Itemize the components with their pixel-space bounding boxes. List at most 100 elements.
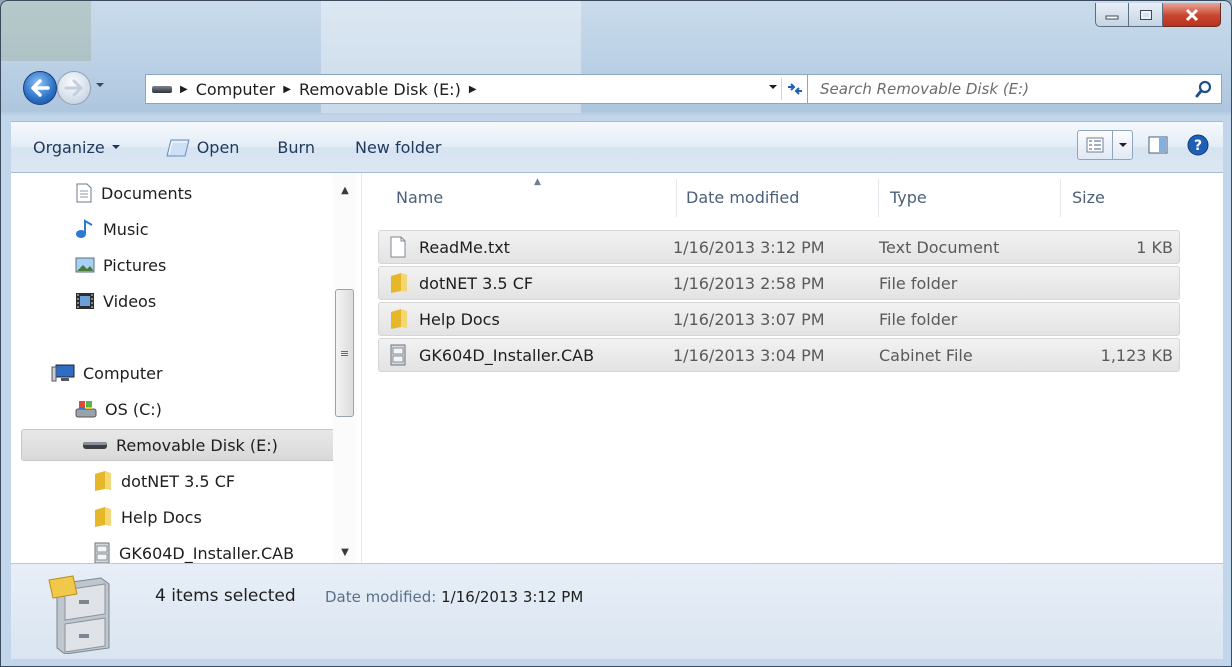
file-type: Cabinet File: [879, 345, 973, 365]
file-type: Text Document: [879, 237, 1000, 257]
file-row-readme[interactable]: ReadMe.txt 1/16/2013 3:12 PM Text Docume…: [378, 230, 1180, 264]
column-header-size[interactable]: Size: [1072, 177, 1105, 217]
folder-icon: [95, 507, 111, 527]
nav-item-gk604d-cab[interactable]: GK604D_Installer.CAB: [93, 537, 294, 563]
command-bar: Organize Open Burn New folder ?: [11, 121, 1223, 173]
nav-item-dotnet[interactable]: dotNET 3.5 CF: [93, 465, 235, 497]
folder-icon: [391, 273, 407, 293]
new-folder-button[interactable]: New folder: [343, 130, 453, 164]
pictures-icon: [75, 257, 95, 273]
open-button[interactable]: Open: [153, 130, 252, 164]
details-pane: 4 items selected Date modified: 1/16/201…: [11, 563, 1223, 659]
nav-item-os-c[interactable]: OS (C:): [75, 393, 162, 425]
file-type: File folder: [879, 309, 958, 329]
nav-scrollbar[interactable]: ▲ ≡ ▼: [333, 173, 357, 563]
new-folder-label: New folder: [354, 137, 442, 157]
file-size: 1 KB: [1136, 237, 1173, 257]
address-dropdown[interactable]: [768, 83, 778, 94]
breadcrumb-arrow-icon[interactable]: ▶: [180, 84, 188, 95]
removable-disk-icon: [83, 442, 107, 449]
navigation-pane: Documents Music Pictures Videos Computer…: [11, 173, 362, 563]
nav-item-computer[interactable]: Computer: [51, 357, 163, 389]
text-file-icon: [390, 236, 406, 258]
help-icon: ?: [1187, 134, 1209, 156]
file-name: ReadMe.txt: [419, 237, 510, 257]
preview-pane-icon: [1148, 136, 1168, 154]
drive-c-icon: [75, 401, 97, 418]
breadcrumb-arrow-icon[interactable]: ▶: [283, 84, 291, 95]
file-date: 1/16/2013 3:07 PM: [673, 309, 825, 329]
open-label: Open: [196, 137, 240, 157]
scrollbar-thumb[interactable]: ≡: [335, 289, 354, 417]
nav-item-help-docs[interactable]: Help Docs: [93, 501, 202, 533]
drive-icon: [152, 85, 172, 93]
search-input[interactable]: [818, 79, 1182, 99]
music-icon: [76, 219, 93, 238]
organize-label: Organize: [33, 137, 105, 157]
file-cabinet-icon: [48, 575, 110, 654]
column-header-date-modified[interactable]: Date modified: [686, 177, 799, 217]
view-options-icon[interactable]: [1078, 131, 1113, 159]
date-modified-value: 1/16/2013 3:12 PM: [441, 588, 584, 606]
date-modified-label: Date modified:: [325, 588, 437, 606]
search-box[interactable]: [807, 74, 1222, 104]
file-name: dotNET 3.5 CF: [419, 273, 534, 293]
toolbar-right: ?: [1077, 130, 1213, 160]
refresh-icon: [788, 83, 802, 95]
folder-icon: [95, 471, 111, 491]
breadcrumb-computer[interactable]: Computer: [196, 80, 276, 99]
help-button[interactable]: ?: [1183, 130, 1213, 160]
breadcrumb: ▶ Computer ▶ Removable Disk (E:) ▶: [180, 80, 477, 99]
nav-item-removable-disk[interactable]: Removable Disk (E:): [21, 429, 339, 461]
column-header-type[interactable]: Type: [890, 177, 927, 217]
minimize-icon: [1105, 15, 1119, 19]
file-name: GK604D_Installer.CAB: [419, 345, 595, 365]
chevron-down-icon: [769, 85, 777, 89]
computer-icon: [51, 364, 75, 382]
file-date: 1/16/2013 3:04 PM: [673, 345, 825, 365]
maximize-button[interactable]: [1129, 3, 1163, 27]
file-date: 1/16/2013 2:58 PM: [673, 273, 825, 293]
scroll-up-arrow-icon[interactable]: ▲: [333, 179, 357, 201]
videos-icon: [76, 293, 94, 309]
file-name: Help Docs: [419, 309, 500, 329]
file-row-dotnet[interactable]: dotNET 3.5 CF 1/16/2013 2:58 PM File fol…: [378, 266, 1180, 300]
forward-button[interactable]: [57, 71, 91, 105]
search-icon[interactable]: [1195, 80, 1213, 102]
file-size: 1,123 KB: [1100, 345, 1173, 365]
file-row-gk604d-cab[interactable]: GK604D_Installer.CAB 1/16/2013 3:04 PM C…: [378, 338, 1180, 372]
maximize-icon: [1139, 9, 1152, 20]
burn-button[interactable]: Burn: [265, 130, 327, 164]
svg-text:?: ?: [1194, 138, 1202, 154]
chevron-down-icon: [96, 83, 104, 87]
scroll-down-arrow-icon[interactable]: ▼: [333, 541, 357, 563]
nav-item-documents[interactable]: Documents: [75, 177, 192, 209]
close-button[interactable]: [1163, 3, 1221, 27]
minimize-button[interactable]: [1095, 3, 1129, 27]
breadcrumb-arrow-icon[interactable]: ▶: [469, 84, 477, 95]
nav-item-pictures[interactable]: Pictures: [75, 249, 166, 281]
nav-item-videos[interactable]: Videos: [75, 285, 156, 317]
date-modified-detail: Date modified: 1/16/2013 3:12 PM: [325, 588, 583, 606]
breadcrumb-removable-disk[interactable]: Removable Disk (E:): [299, 80, 461, 99]
refresh-button[interactable]: [781, 78, 808, 100]
cabinet-icon: [94, 542, 110, 563]
close-icon: [1185, 8, 1198, 21]
column-header-name[interactable]: Name ▲: [396, 177, 541, 217]
back-button[interactable]: [23, 71, 57, 105]
cabinet-icon: [390, 344, 406, 366]
folder-icon: [391, 309, 407, 329]
preview-pane-button[interactable]: [1143, 130, 1173, 160]
organize-button[interactable]: Organize: [21, 130, 133, 164]
file-type: File folder: [879, 273, 958, 293]
chevron-down-icon[interactable]: [1113, 131, 1132, 159]
nav-item-music[interactable]: Music: [75, 213, 149, 245]
address-bar[interactable]: ▶ Computer ▶ Removable Disk (E:) ▶: [145, 74, 815, 104]
address-row: ▶ Computer ▶ Removable Disk (E:) ▶: [23, 65, 1223, 113]
file-row-help-docs[interactable]: Help Docs 1/16/2013 3:07 PM File folder: [378, 302, 1180, 336]
file-date: 1/16/2013 3:12 PM: [673, 237, 825, 257]
change-view-button[interactable]: [1077, 130, 1133, 160]
recent-pages-dropdown[interactable]: [95, 81, 105, 92]
burn-label: Burn: [277, 137, 315, 157]
back-arrow-icon: [31, 79, 50, 97]
